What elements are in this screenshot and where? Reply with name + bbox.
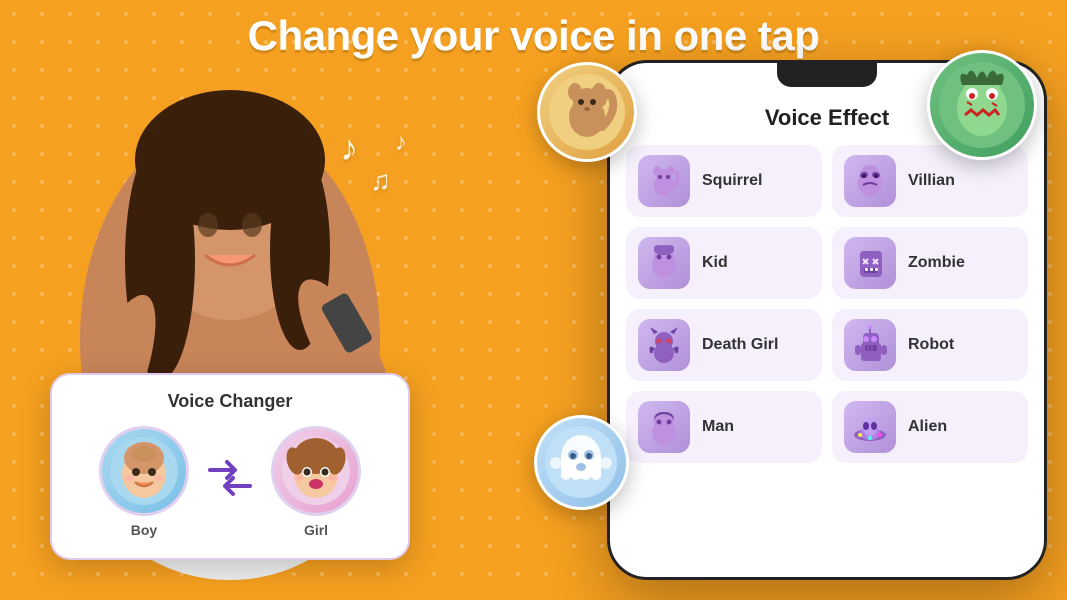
ghost-bubble (534, 415, 629, 510)
effect-grid: Squirrel Vill (610, 145, 1044, 463)
robot-effect-name: Robot (908, 336, 954, 354)
boy-avatar-circle (99, 426, 189, 516)
effect-item-man[interactable]: Man (626, 391, 822, 463)
kid-effect-icon (638, 237, 690, 289)
svg-text:♫: ♫ (370, 165, 391, 196)
svg-text:♪: ♪ (395, 129, 407, 156)
villian-effect-icon (844, 155, 896, 207)
villian-effect-name: Villian (908, 172, 955, 190)
voice-changer-box: Voice Changer (50, 373, 410, 560)
effect-item-kid[interactable]: Kid (626, 227, 822, 299)
robot-effect-icon (844, 319, 896, 371)
effect-item-zombie[interactable]: Zombie (832, 227, 1028, 299)
voice-changer-title: Voice Changer (76, 391, 384, 412)
music-notes: ♪ ♫ ♪ (340, 120, 430, 210)
squirrel-effect-name: Squirrel (702, 172, 762, 190)
effect-item-robot[interactable]: Robot (832, 309, 1028, 381)
alien-effect-icon (844, 401, 896, 453)
girl-label: Girl (304, 522, 328, 538)
kid-effect-name: Kid (702, 254, 728, 272)
death-girl-effect-name: Death Girl (702, 336, 778, 354)
swap-arrow (205, 458, 255, 506)
effect-item-alien[interactable]: Alien (832, 391, 1028, 463)
squirrel-effect-icon (638, 155, 690, 207)
svg-text:♪: ♪ (340, 127, 358, 168)
zombie-bubble (927, 50, 1037, 160)
man-effect-name: Man (702, 418, 734, 436)
effect-item-death-girl[interactable]: Death Girl (626, 309, 822, 381)
squirrel-bubble (537, 62, 637, 162)
zombie-effect-icon (844, 237, 896, 289)
death-girl-effect-icon (638, 319, 690, 371)
girl-avatar-item: Girl (271, 426, 361, 538)
main-headline: Change your voice in one tap (0, 12, 1067, 60)
boy-avatar-item: Boy (99, 426, 189, 538)
alien-effect-name: Alien (908, 418, 947, 436)
zombie-effect-name: Zombie (908, 254, 965, 272)
man-effect-icon (638, 401, 690, 453)
effect-item-squirrel[interactable]: Squirrel (626, 145, 822, 217)
girl-avatar-circle (271, 426, 361, 516)
boy-label: Boy (131, 522, 157, 538)
phone-notch (777, 63, 877, 87)
